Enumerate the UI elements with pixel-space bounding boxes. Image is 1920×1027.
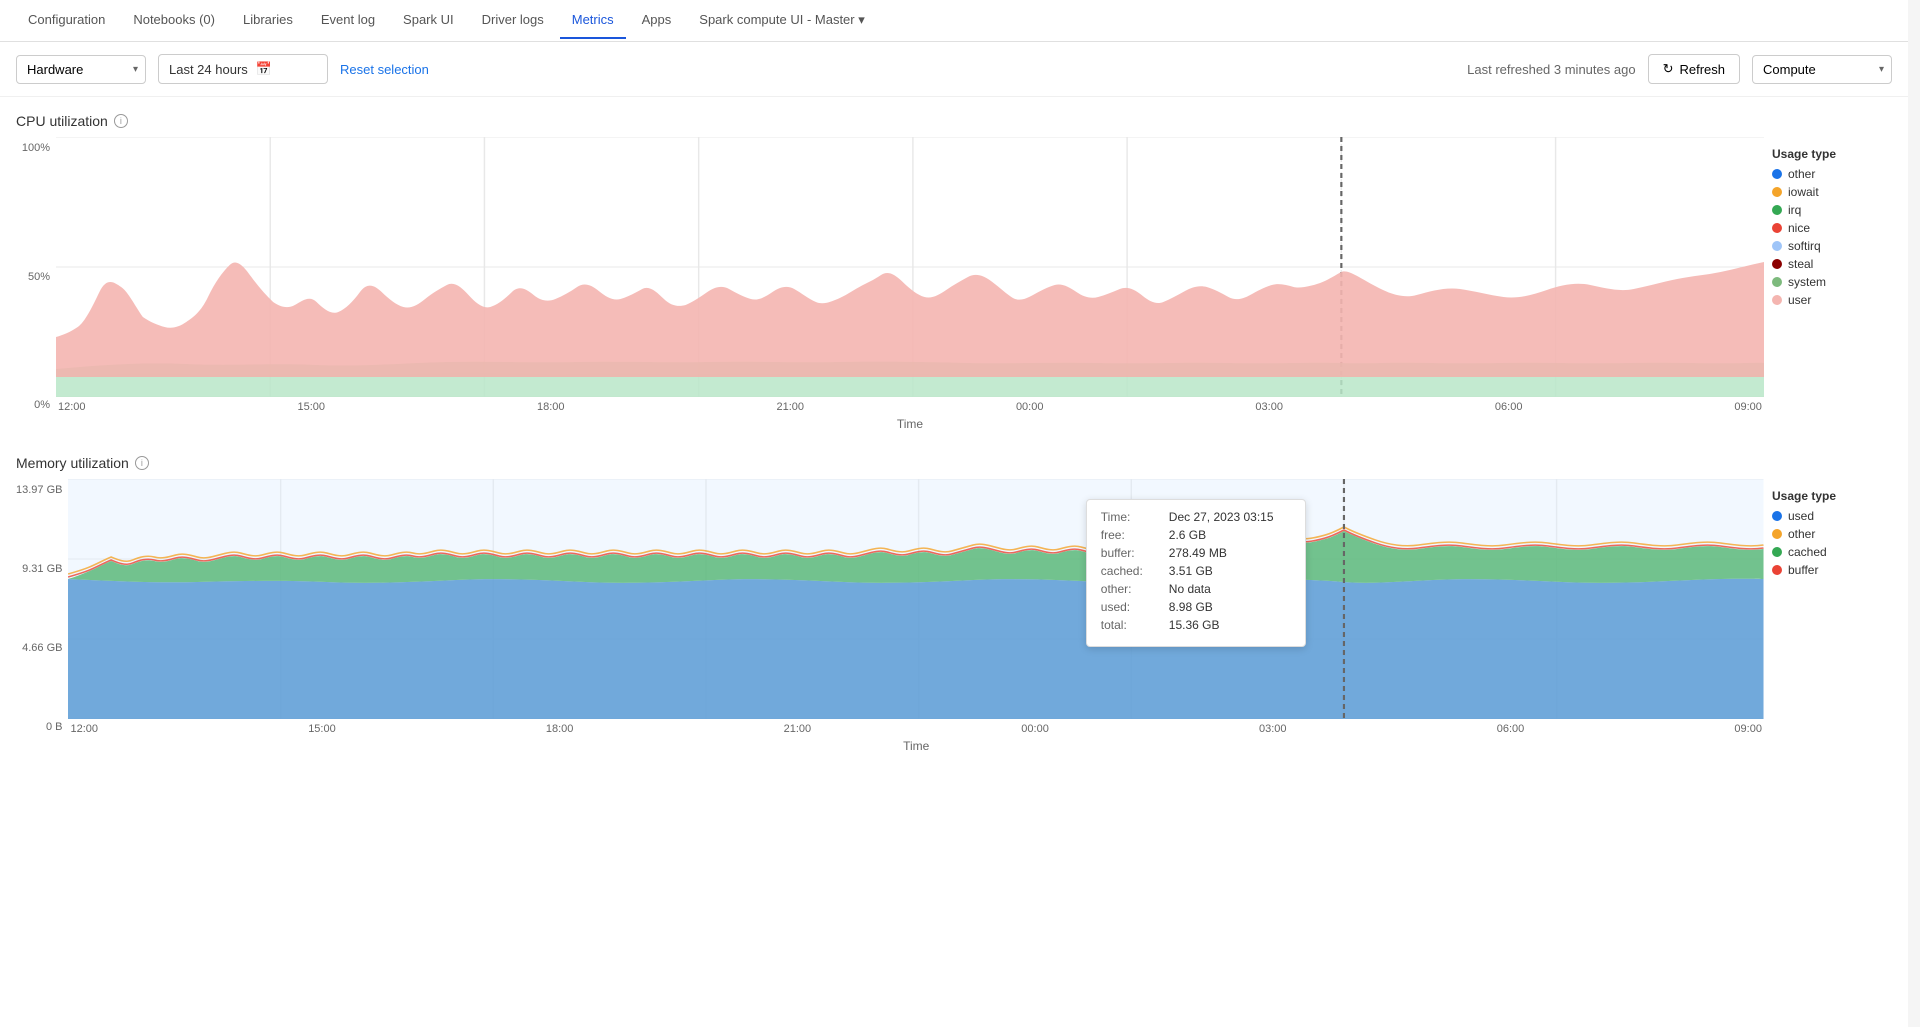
- reset-selection-link[interactable]: Reset selection: [340, 62, 429, 77]
- tooltip-free-row: free: 2.6 GB: [1101, 528, 1291, 542]
- tooltip-other-label: other:: [1101, 582, 1161, 596]
- nav-libraries[interactable]: Libraries: [231, 2, 305, 39]
- nav-notebooks[interactable]: Notebooks (0): [121, 2, 227, 39]
- cpu-x-axis: 12:00 15:00 18:00 21:00 00:00 03:00 06:0…: [56, 397, 1764, 413]
- memory-legend: Usage type used other cached buffer: [1772, 479, 1892, 581]
- nav-bar: Configuration Notebooks (0) Libraries Ev…: [0, 0, 1908, 42]
- cpu-info-icon[interactable]: i: [114, 114, 128, 128]
- user-dot: [1772, 295, 1782, 305]
- calendar-icon: 📅: [256, 61, 272, 77]
- cpu-chart-container: 100% 50% 0%: [16, 137, 1892, 431]
- memory-y-axis: 13.97 GB 9.31 GB 4.66 GB 0 B: [16, 479, 68, 753]
- toolbar-right: Last refreshed 3 minutes ago ↻ Refresh C…: [1467, 54, 1892, 84]
- scrollbar[interactable]: [1908, 0, 1920, 1027]
- legend-mem-cached: cached: [1772, 545, 1892, 559]
- tooltip-total-row: total: 15.36 GB: [1101, 618, 1291, 632]
- cpu-legend-title: Usage type: [1772, 147, 1892, 161]
- tooltip-other-value: No data: [1169, 582, 1211, 596]
- tooltip-cached-row: cached: 3.51 GB: [1101, 564, 1291, 578]
- irq-dot: [1772, 205, 1782, 215]
- iowait-dot: [1772, 187, 1782, 197]
- compute-select[interactable]: Compute: [1752, 55, 1892, 84]
- tooltip-cached-value: 3.51 GB: [1169, 564, 1213, 578]
- cpu-chart-svg: 12:00 15:00 18:00 21:00 00:00 03:00 06:0…: [56, 137, 1764, 431]
- memory-chart-container: 13.97 GB 9.31 GB 4.66 GB 0 B: [16, 479, 1892, 753]
- hardware-select[interactable]: Hardware: [16, 55, 146, 84]
- legend-iowait: iowait: [1772, 185, 1892, 199]
- steal-dot: [1772, 259, 1782, 269]
- compute-select-wrapper: Compute ▾: [1752, 55, 1892, 84]
- cpu-x-title: Time: [56, 417, 1764, 431]
- memory-tooltip: Time: Dec 27, 2023 03:15 free: 2.6 GB bu…: [1086, 499, 1306, 647]
- legend-system: system: [1772, 275, 1892, 289]
- tooltip-buffer-row: buffer: 278.49 MB: [1101, 546, 1291, 560]
- nav-driverlogs[interactable]: Driver logs: [470, 2, 556, 39]
- memory-chart-svg: Time: Dec 27, 2023 03:15 free: 2.6 GB bu…: [68, 479, 1764, 753]
- legend-steal: steal: [1772, 257, 1892, 271]
- legend-mem-buffer: buffer: [1772, 563, 1892, 577]
- nice-dot: [1772, 223, 1782, 233]
- memory-chart-with-yaxis: 13.97 GB 9.31 GB 4.66 GB 0 B: [16, 479, 1764, 753]
- nav-sparkui[interactable]: Spark UI: [391, 2, 466, 39]
- other-dot: [1772, 169, 1782, 179]
- tooltip-time-value: Dec 27, 2023 03:15: [1169, 510, 1274, 524]
- tooltip-total-value: 15.36 GB: [1169, 618, 1220, 632]
- mem-used-dot: [1772, 511, 1782, 521]
- legend-nice: nice: [1772, 221, 1892, 235]
- cpu-legend: Usage type other iowait irq nice: [1772, 137, 1892, 311]
- nav-eventlog[interactable]: Event log: [309, 2, 387, 39]
- nav-spark-compute[interactable]: Spark compute UI - Master ▾: [687, 2, 876, 40]
- tooltip-used-row: used: 8.98 GB: [1101, 600, 1291, 614]
- date-range-label: Last 24 hours: [169, 62, 248, 77]
- nav-configuration[interactable]: Configuration: [16, 2, 117, 39]
- memory-x-title: Time: [68, 739, 1764, 753]
- legend-irq: irq: [1772, 203, 1892, 217]
- memory-chart-title: Memory utilization i: [16, 455, 1892, 471]
- last-refreshed-text: Last refreshed 3 minutes ago: [1467, 62, 1635, 77]
- cpu-chart-title: CPU utilization i: [16, 113, 1892, 129]
- cpu-y-axis: 100% 50% 0%: [16, 137, 56, 431]
- tooltip-time-row: Time: Dec 27, 2023 03:15: [1101, 510, 1291, 524]
- legend-mem-used: used: [1772, 509, 1892, 523]
- hardware-select-wrapper: Hardware ▾: [16, 55, 146, 84]
- softirq-dot: [1772, 241, 1782, 251]
- refresh-label: Refresh: [1679, 62, 1725, 77]
- legend-other: other: [1772, 167, 1892, 181]
- date-range-picker[interactable]: Last 24 hours 📅: [158, 54, 328, 84]
- nav-metrics[interactable]: Metrics: [560, 2, 626, 39]
- mem-cached-dot: [1772, 547, 1782, 557]
- tooltip-used-value: 8.98 GB: [1169, 600, 1213, 614]
- cpu-chart-section: CPU utilization i 100% 50% 0%: [16, 113, 1892, 431]
- tooltip-total-label: total:: [1101, 618, 1161, 632]
- tooltip-buffer-label: buffer:: [1101, 546, 1161, 560]
- tooltip-used-label: used:: [1101, 600, 1161, 614]
- memory-chart-section: Memory utilization i 13.97 GB 9.31 GB 4.…: [16, 455, 1892, 753]
- tooltip-free-value: 2.6 GB: [1169, 528, 1206, 542]
- memory-x-axis: 12:00 15:00 18:00 21:00 00:00 03:00 06:0…: [68, 719, 1764, 735]
- nav-apps[interactable]: Apps: [630, 2, 684, 39]
- refresh-button[interactable]: ↻ Refresh: [1648, 54, 1740, 84]
- tooltip-buffer-value: 278.49 MB: [1169, 546, 1227, 560]
- tooltip-time-label: Time:: [1101, 510, 1161, 524]
- legend-user: user: [1772, 293, 1892, 307]
- legend-softirq: softirq: [1772, 239, 1892, 253]
- memory-legend-title: Usage type: [1772, 489, 1892, 503]
- legend-mem-other: other: [1772, 527, 1892, 541]
- tooltip-other-row: other: No data: [1101, 582, 1291, 596]
- tooltip-cached-label: cached:: [1101, 564, 1161, 578]
- tooltip-free-label: free:: [1101, 528, 1161, 542]
- refresh-icon: ↻: [1663, 61, 1674, 77]
- memory-info-icon[interactable]: i: [135, 456, 149, 470]
- main-content: CPU utilization i 100% 50% 0%: [0, 97, 1908, 1027]
- mem-buffer-dot: [1772, 565, 1782, 575]
- mem-other-dot: [1772, 529, 1782, 539]
- system-dot: [1772, 277, 1782, 287]
- cpu-chart-with-yaxis: 100% 50% 0%: [16, 137, 1764, 431]
- toolbar: Hardware ▾ Last 24 hours 📅 Reset selecti…: [0, 42, 1908, 97]
